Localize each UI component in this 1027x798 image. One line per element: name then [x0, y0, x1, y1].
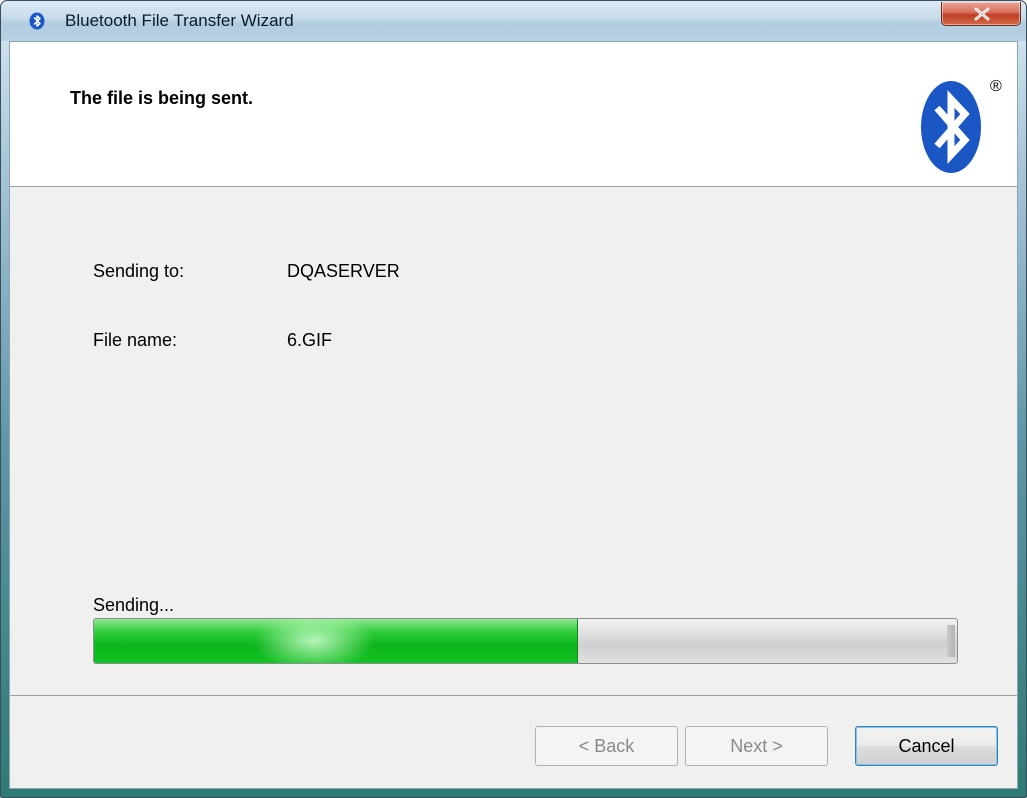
file-name-value: 6.GIF [287, 330, 333, 350]
wizard-window: Bluetooth File Transfer Wizard The file … [0, 0, 1027, 798]
page-title: The file is being sent. [70, 88, 254, 108]
back-button[interactable]: < Back [535, 726, 678, 766]
progress-end-cap [947, 625, 955, 657]
close-button[interactable] [941, 2, 1021, 26]
bluetooth-icon [28, 12, 46, 30]
sending-to-value: DQASERVER [287, 261, 400, 281]
close-icon [974, 7, 990, 21]
next-button[interactable]: Next > [685, 726, 828, 766]
wizard-client-area: The file is being sent. ® Sending to: DQ… [9, 41, 1018, 789]
bluetooth-logo-icon [920, 80, 982, 174]
progress-bar [93, 618, 958, 664]
wizard-footer: < Back Next > Cancel [10, 696, 1017, 788]
sending-to-label: Sending to: [93, 261, 185, 281]
registered-mark: ® [990, 78, 1002, 95]
window-title: Bluetooth File Transfer Wizard [65, 11, 294, 30]
file-name-label: File name: [93, 330, 178, 350]
cancel-button[interactable]: Cancel [855, 726, 998, 766]
wizard-body: Sending to: DQASERVER File name: 6.GIF S… [10, 187, 1017, 696]
progress-label: Sending... [93, 595, 175, 615]
progress-fill [94, 619, 579, 663]
title-bar[interactable]: Bluetooth File Transfer Wizard [1, 1, 1026, 41]
wizard-header: The file is being sent. ® [10, 42, 1017, 187]
